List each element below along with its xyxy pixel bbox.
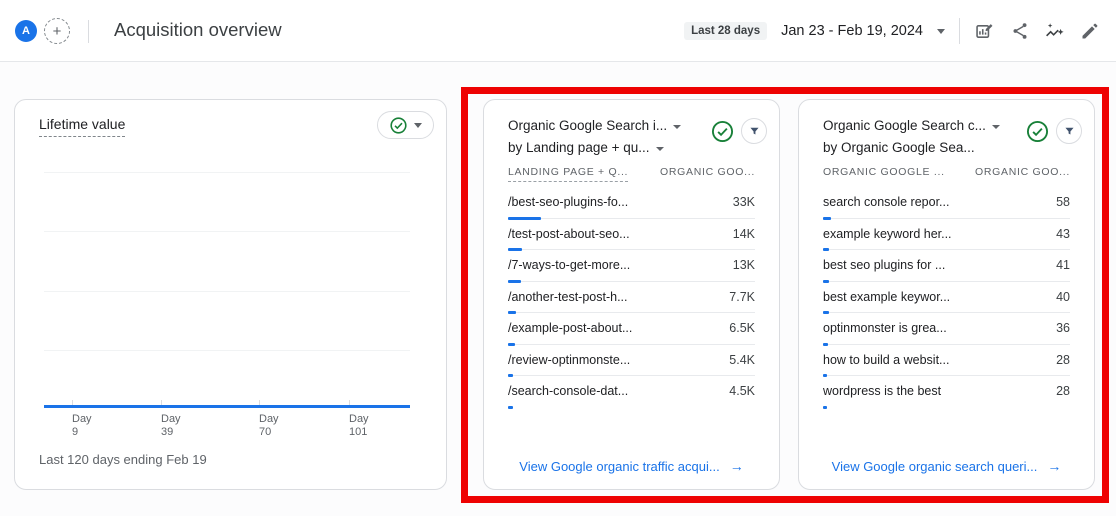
date-range-caret-icon[interactable]: [937, 28, 945, 34]
x-axis-label: Day 70: [259, 413, 279, 438]
check-circle-icon: [1026, 120, 1048, 142]
toolbar-divider: [959, 18, 960, 44]
check-circle-icon: [390, 116, 407, 134]
table-row: wordpress is the best 28: [823, 382, 1070, 414]
page-title: Acquisition overview: [114, 19, 282, 40]
card-header-icons: [1024, 118, 1082, 144]
filter-button[interactable]: [741, 118, 767, 144]
customize-chart-icon[interactable]: [974, 21, 995, 42]
lifetime-value-card: Lifetime value Day 9 Day 39 Day 70 Day 101: [14, 99, 447, 490]
organic-queries-card: Organic Google Search c... by Organic Go…: [798, 99, 1095, 490]
lifetime-value-series-line: [44, 405, 410, 408]
gridline: [44, 231, 410, 232]
metric-dropdown-caret-icon[interactable]: [991, 125, 1000, 129]
date-range-text[interactable]: Jan 23 - Feb 19, 2024: [781, 23, 923, 39]
gridline: [44, 350, 410, 351]
table-row: /example-post-about... 6.5K: [508, 319, 755, 351]
gridline: [44, 291, 410, 292]
header-actions: Last 28 days Jan 23 - Feb 19, 2024: [684, 0, 1100, 62]
chart-footnote: Last 120 days ending Feb 19: [39, 452, 207, 467]
arrow-right-icon: →: [729, 458, 744, 474]
data-quality-button[interactable]: [1024, 118, 1050, 144]
table-row: example keyword her... 43: [823, 225, 1070, 257]
edit-pencil-icon[interactable]: [1079, 21, 1100, 42]
x-axis-label: Day 101: [349, 413, 369, 438]
funnel-icon: [1064, 127, 1074, 135]
data-quality-button[interactable]: [709, 118, 735, 144]
acquisition-overview-page: A + Acquisition overview Last 28 days Ja…: [0, 0, 1116, 516]
view-traffic-report-link[interactable]: View Google organic traffic acqui... →: [484, 458, 779, 474]
table-row: /test-post-about-seo... 14K: [508, 225, 755, 257]
table-row: /another-test-post-h... 7.7K: [508, 288, 755, 320]
column-headers: LANDING PAGE + Q... ORGANIC GOO...: [508, 166, 755, 182]
card-title-block: Organic Google Search c... by Organic Go…: [823, 115, 1000, 159]
traffic-rows: /best-seo-plugins-fo... 33K /test-post-ab…: [508, 193, 755, 414]
table-row: best seo plugins for ... 41: [823, 256, 1070, 288]
table-row: /search-console-dat... 4.5K: [508, 382, 755, 414]
table-row: /best-seo-plugins-fo... 33K: [508, 193, 755, 225]
funnel-icon: [749, 127, 759, 135]
queries-rows: search console repor... 58 example keywor…: [823, 193, 1070, 414]
table-row: best example keywor... 40: [823, 288, 1070, 320]
insights-icon[interactable]: [1044, 21, 1065, 42]
check-circle-icon: [711, 120, 733, 142]
view-queries-report-link[interactable]: View Google organic search queri... →: [799, 458, 1094, 474]
table-row: /review-optinmonste... 5.4K: [508, 351, 755, 383]
share-icon[interactable]: [1009, 21, 1030, 42]
column-header-metric: ORGANIC GOO...: [660, 166, 755, 178]
x-axis-label: Day 9: [72, 413, 92, 438]
card-title-block: Organic Google Search i... by Landing pa…: [508, 115, 682, 159]
gridline: [44, 172, 410, 173]
card-header-icons: [709, 118, 767, 144]
column-headers: ORGANIC GOOGLE ... ORGANIC GOO...: [823, 166, 1070, 178]
card-title[interactable]: Organic Google Search c...: [823, 118, 986, 133]
plus-icon: +: [52, 22, 62, 40]
dimension-dropdown-caret-icon[interactable]: [655, 147, 664, 151]
x-axis-label: Day 39: [161, 413, 181, 438]
table-row: how to build a websit... 28: [823, 351, 1070, 383]
organic-traffic-card: Organic Google Search i... by Landing pa…: [483, 99, 780, 490]
date-range-badge[interactable]: Last 28 days: [684, 22, 768, 40]
arrow-right-icon: →: [1047, 458, 1062, 474]
avatar[interactable]: A: [15, 20, 37, 42]
card-subtitle[interactable]: by Landing page + qu...: [508, 140, 650, 155]
card-title[interactable]: Organic Google Search i...: [508, 118, 667, 133]
column-header-metric: ORGANIC GOO...: [975, 166, 1070, 178]
top-header: A + Acquisition overview Last 28 days Ja…: [0, 0, 1116, 62]
card-subtitle[interactable]: by Organic Google Sea...: [823, 140, 975, 155]
column-header-dimension: ORGANIC GOOGLE ...: [823, 166, 945, 178]
table-row: optinmonster is grea... 36: [823, 319, 1070, 351]
column-header-dimension: LANDING PAGE + Q...: [508, 166, 629, 182]
metric-dropdown-caret-icon[interactable]: [673, 125, 682, 129]
lifetime-value-title: Lifetime value: [39, 116, 126, 137]
filter-button[interactable]: [1056, 118, 1082, 144]
table-row: /7-ways-to-get-more... 13K: [508, 256, 755, 288]
header-divider: [88, 20, 89, 43]
add-comparison-button[interactable]: +: [44, 18, 70, 44]
table-row: search console repor... 58: [823, 193, 1070, 225]
pill-caret-icon: [414, 122, 422, 128]
metric-selector-pill[interactable]: [377, 111, 434, 139]
